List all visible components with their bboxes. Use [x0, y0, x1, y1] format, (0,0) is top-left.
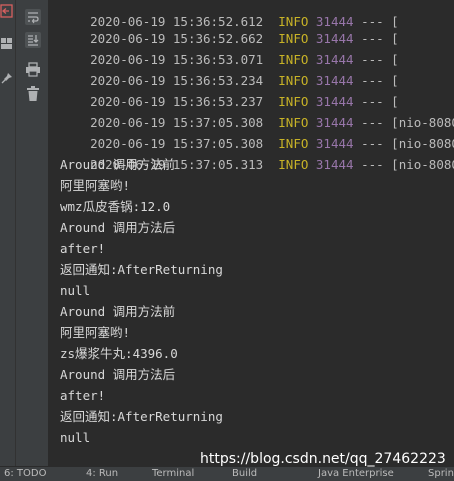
pin-icon[interactable] [1, 72, 13, 84]
output-line: null [60, 283, 91, 298]
output-line: null [60, 430, 91, 445]
output-line: Around 调用方法后 [60, 367, 176, 382]
trash-icon[interactable] [26, 86, 40, 102]
layout-icon[interactable] [1, 38, 13, 50]
log-line: 2020-06-19 15:36:52.662 INFO 31444 --- [ [90, 31, 399, 46]
tab-todo[interactable]: 6: TODO [4, 468, 46, 479]
tab-build[interactable]: Build [232, 468, 257, 479]
output-line: wmz瓜皮香锅:12.0 [60, 199, 171, 214]
tab-java-enterprise[interactable]: Java Enterprise [318, 468, 394, 479]
output-line: after! [60, 241, 106, 256]
left-tool-strip [0, 0, 16, 466]
output-line: 返回通知:AfterReturning [60, 409, 223, 424]
console-toolbar [16, 0, 49, 466]
tab-terminal[interactable]: Terminal [152, 468, 194, 479]
output-line: 返回通知:AfterReturning [60, 262, 223, 277]
output-line: zs爆浆牛丸:4396.0 [60, 346, 178, 361]
log-line: 2020-06-19 15:37:05.308 INFO 31444 --- [… [90, 136, 454, 151]
tab-run[interactable]: 4: Run [86, 468, 118, 479]
output-line: Around 调用方法前 [60, 157, 176, 172]
log-line: 2020-06-19 15:37:05.313 INFO 31444 --- [… [90, 157, 454, 172]
output-line: 阿里阿塞哟! [60, 325, 131, 340]
log-line: 2020-06-19 15:36:53.234 INFO 31444 --- [ [90, 73, 399, 88]
bottom-tool-bar: 6: TODO 4: Run Terminal Build Java Enter… [0, 466, 454, 481]
exit-icon[interactable] [0, 4, 13, 18]
tab-spring[interactable]: Spring [428, 468, 454, 479]
output-line: after! [60, 388, 106, 403]
console-output[interactable]: 2020-06-19 15:36:52.612 INFO 31444 --- [… [49, 0, 454, 466]
print-icon[interactable] [25, 62, 41, 77]
output-line: Around 调用方法后 [60, 220, 176, 235]
output-line: Around 调用方法前 [60, 304, 176, 319]
log-line: 2020-06-19 15:36:53.237 INFO 31444 --- [ [90, 94, 399, 109]
soft-wrap-icon[interactable] [25, 9, 41, 25]
log-line: 2020-06-19 15:36:53.071 INFO 31444 --- [ [90, 52, 399, 67]
output-line: 阿里阿塞哟! [60, 178, 131, 193]
watermark: https://blog.csdn.net/qq_27462223 [200, 451, 446, 467]
log-line: 2020-06-19 15:37:05.308 INFO 31444 --- [… [90, 115, 454, 130]
scroll-to-end-icon[interactable] [25, 32, 41, 48]
